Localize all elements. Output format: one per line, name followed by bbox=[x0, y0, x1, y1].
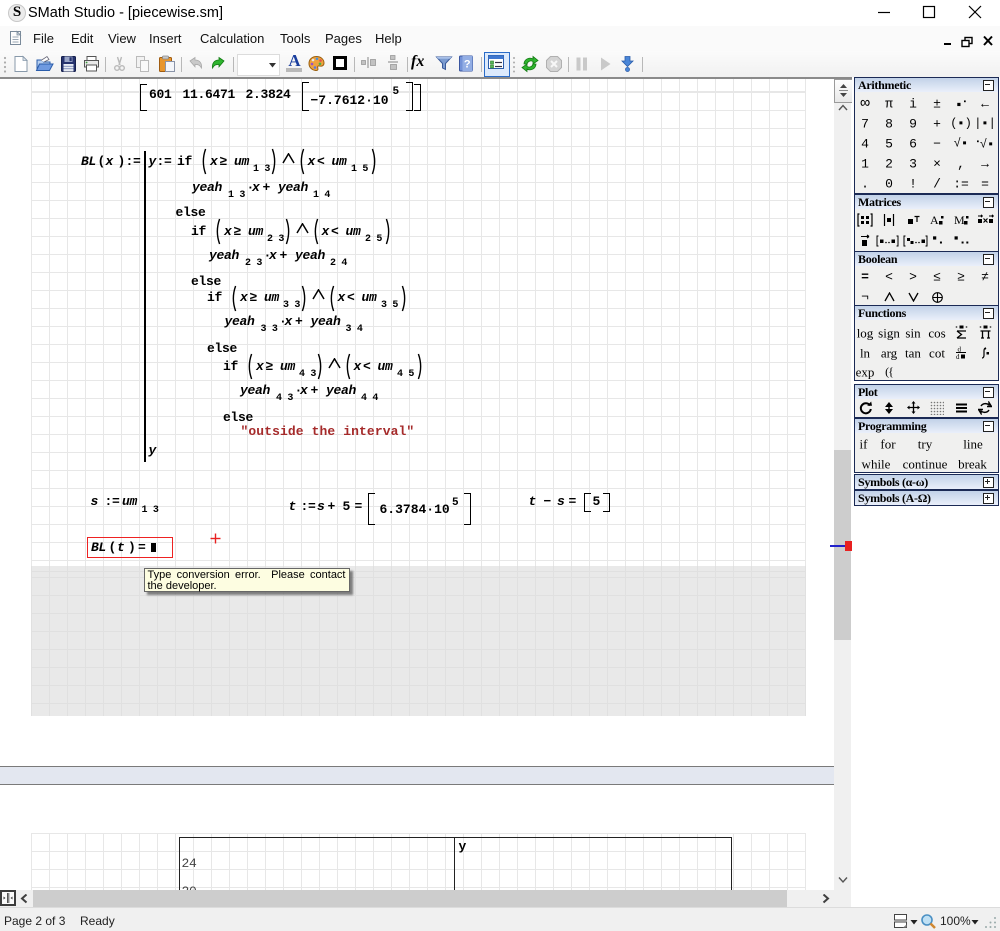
svg-text:A: A bbox=[930, 213, 939, 227]
svg-text:?: ? bbox=[464, 59, 471, 71]
svg-text:M: M bbox=[954, 213, 965, 227]
svg-text:d: d bbox=[956, 353, 960, 360]
